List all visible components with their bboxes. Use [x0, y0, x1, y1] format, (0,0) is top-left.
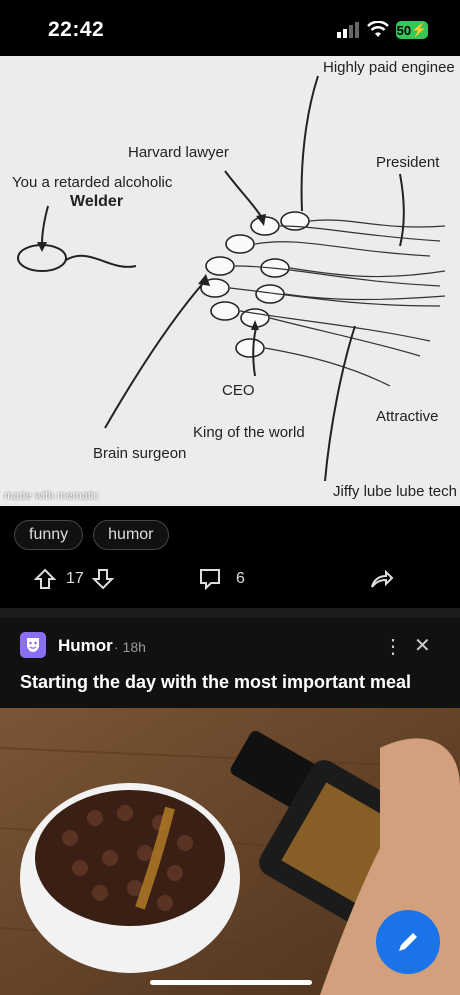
label-highly-paid: Highly paid enginee: [323, 59, 455, 76]
label-jiffy-lube: Jiffy lube lube tech: [333, 483, 457, 500]
post-header[interactable]: Humor · 18h ⋮ ✕ Starting the day with th…: [0, 618, 460, 708]
tag-list: funny humor: [14, 520, 169, 550]
more-icon[interactable]: ⋮: [383, 634, 403, 659]
meme-image[interactable]: Highly paid enginee Harvard lawyer Presi…: [0, 56, 460, 506]
create-post-button[interactable]: [376, 910, 440, 974]
mask-icon: [27, 638, 39, 652]
pencil-icon: [399, 933, 417, 951]
label-alcoholic: You a retarded alcoholic: [12, 174, 173, 191]
label-president: President: [376, 154, 440, 171]
post-divider: [0, 608, 460, 618]
home-indicator[interactable]: [150, 980, 312, 985]
post-age: · 18h: [114, 639, 146, 655]
cellular-signal-icon: [337, 22, 359, 38]
comment-count: 6: [236, 570, 245, 587]
vote-count: 17: [66, 570, 84, 587]
status-bar: 22:42 50 ⚡: [0, 0, 460, 56]
post-actions: 17 6: [0, 566, 460, 596]
subreddit-name[interactable]: Humor: [58, 636, 113, 656]
share-icon[interactable]: [370, 569, 394, 589]
label-brain-surgeon: Brain surgeon: [93, 445, 187, 462]
label-attractive: Attractive: [376, 408, 439, 425]
comments-button[interactable]: 6: [198, 568, 245, 590]
label-harvard-lawyer: Harvard lawyer: [128, 144, 229, 161]
vote-group: 17: [34, 568, 114, 590]
comment-icon: [200, 569, 220, 590]
battery-level: 50: [396, 22, 412, 38]
watermark: made with mematic: [4, 490, 99, 502]
label-ceo: CEO: [222, 382, 255, 399]
downvote-icon[interactable]: [91, 568, 114, 590]
battery-indicator: 50 ⚡: [396, 21, 428, 39]
close-icon[interactable]: ✕: [414, 633, 431, 658]
wifi-icon: [367, 21, 389, 37]
clock: 22:42: [48, 18, 105, 41]
label-welder: Welder: [70, 193, 124, 210]
label-king: King of the world: [193, 424, 305, 441]
post-title[interactable]: Starting the day with the most important…: [20, 672, 411, 693]
tag-funny[interactable]: funny: [14, 520, 84, 550]
subreddit-avatar[interactable]: [20, 632, 46, 658]
tag-humor[interactable]: humor: [93, 520, 169, 550]
upvote-icon[interactable]: [34, 568, 56, 590]
